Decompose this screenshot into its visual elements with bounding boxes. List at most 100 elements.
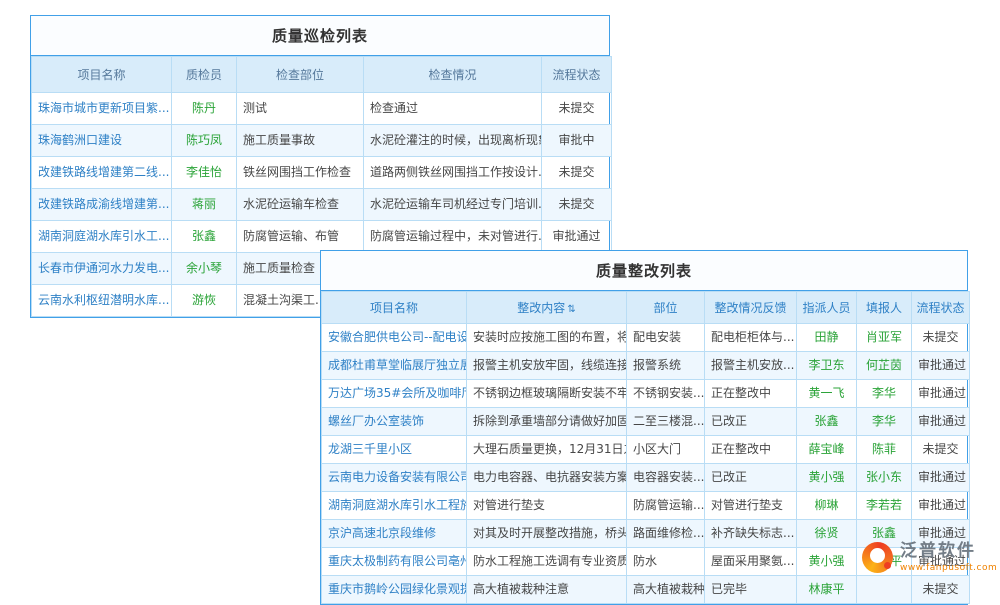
inspection-panel-title: 质量巡检列表 xyxy=(31,16,609,56)
part-cell: 测试 xyxy=(237,93,364,125)
assignee-cell[interactable]: 黄一飞 xyxy=(797,380,857,408)
filler-cell[interactable]: 陈菲 xyxy=(857,436,912,464)
status-cell: 未提交 xyxy=(542,189,612,221)
col-header-part[interactable]: 检查部位 xyxy=(237,57,364,93)
col-header-project[interactable]: 项目名称 xyxy=(32,57,172,93)
col-header-situation[interactable]: 检查情况 xyxy=(364,57,542,93)
content-cell: 安装时应按施工图的布置，将... xyxy=(467,324,627,352)
situation-cell: 道路两侧铁丝网围挡工作按设计... xyxy=(364,157,542,189)
project-cell[interactable]: 龙湖三千里小区 xyxy=(322,436,467,464)
inspector-cell[interactable]: 陈丹 xyxy=(172,93,237,125)
project-cell[interactable]: 螺丝厂办公室装饰 xyxy=(322,408,467,436)
part-cell: 电容器安装... xyxy=(627,464,705,492)
project-cell[interactable]: 云南水利枢纽潜明水库... xyxy=(32,285,172,317)
inspector-cell[interactable]: 张鑫 xyxy=(172,221,237,253)
table-row[interactable]: 万达广场35#会所及咖啡厅空... 不锈钢边框玻璃隔断安装不牢... 不锈钢安装… xyxy=(322,380,970,408)
status-cell: 审批中 xyxy=(542,125,612,157)
inspector-cell[interactable]: 余小琴 xyxy=(172,253,237,285)
col-header-status[interactable]: 流程状态 xyxy=(542,57,612,93)
part-cell: 二至三楼混... xyxy=(627,408,705,436)
project-cell[interactable]: 成都杜甫草堂临展厅独立展... xyxy=(322,352,467,380)
feedback-cell: 屋面采用聚氨... xyxy=(705,548,797,576)
col-header-status[interactable]: 流程状态 xyxy=(912,292,970,324)
col-header-feedback[interactable]: 整改情况反馈 xyxy=(705,292,797,324)
part-cell: 小区大门 xyxy=(627,436,705,464)
col-header-filler[interactable]: 填报人 xyxy=(857,292,912,324)
feedback-cell: 对管进行垫支 xyxy=(705,492,797,520)
project-cell[interactable]: 珠海鹤洲口建设 xyxy=(32,125,172,157)
project-cell[interactable]: 重庆市鹅岭公园绿化景观提升... xyxy=(322,576,467,604)
inspector-cell[interactable]: 蒋丽 xyxy=(172,189,237,221)
content-cell: 电力电容器、电抗器安装方案,... xyxy=(467,464,627,492)
table-row[interactable]: 湖南洞庭湖水库引水工... 张鑫 防腐管运输、布管 防腐管运输过程中，未对管进行… xyxy=(32,221,612,253)
filler-cell[interactable]: 李华 xyxy=(857,380,912,408)
content-cell: 高大植被栽种注意 xyxy=(467,576,627,604)
part-cell: 防水 xyxy=(627,548,705,576)
status-cell: 审批通过 xyxy=(542,221,612,253)
filler-cell[interactable]: 张小东 xyxy=(857,464,912,492)
assignee-cell[interactable]: 林康平 xyxy=(797,576,857,604)
part-cell: 铁丝网围挡工作检查 xyxy=(237,157,364,189)
project-cell[interactable]: 改建铁路成渝线增建第... xyxy=(32,189,172,221)
table-row[interactable]: 珠海鹤洲口建设 陈巧凤 施工质量事故 水泥砼灌注的时候，出现离析现象 审批中 xyxy=(32,125,612,157)
project-cell[interactable]: 珠海市城市更新项目紫... xyxy=(32,93,172,125)
project-cell[interactable]: 万达广场35#会所及咖啡厅空... xyxy=(322,380,467,408)
content-cell: 报警主机安放牢固，线缆连接... xyxy=(467,352,627,380)
project-cell[interactable]: 重庆太极制药有限公司亳州中... xyxy=(322,548,467,576)
content-cell: 大理石质量更换，12月31日之... xyxy=(467,436,627,464)
inspector-cell[interactable]: 游恢 xyxy=(172,285,237,317)
col-header-content[interactable]: 整改内容⇅ xyxy=(467,292,627,324)
assignee-cell[interactable]: 李卫东 xyxy=(797,352,857,380)
table-row[interactable]: 云南电力设备安装有限公司20... 电力电容器、电抗器安装方案,... 电容器安… xyxy=(322,464,970,492)
col-header-assignee[interactable]: 指派人员 xyxy=(797,292,857,324)
project-cell[interactable]: 云南电力设备安装有限公司20... xyxy=(322,464,467,492)
situation-cell: 水泥砼运输车司机经过专门培训... xyxy=(364,189,542,221)
table-row[interactable]: 成都杜甫草堂临展厅独立展... 报警主机安放牢固，线缆连接... 报警系统 报警… xyxy=(322,352,970,380)
table-row[interactable]: 改建铁路线增建第二线... 李佳怡 铁丝网围挡工作检查 道路两侧铁丝网围挡工作按… xyxy=(32,157,612,189)
table-row[interactable]: 湖南洞庭湖水库引水工程施工... 对管进行垫支 防腐管运输... 对管进行垫支 … xyxy=(322,492,970,520)
filler-cell[interactable]: 何芷茵 xyxy=(857,352,912,380)
content-cell: 对管进行垫支 xyxy=(467,492,627,520)
part-cell: 路面维修检... xyxy=(627,520,705,548)
filler-cell[interactable] xyxy=(857,576,912,604)
project-cell[interactable]: 安徽合肥供电公司--配电设备... xyxy=(322,324,467,352)
feedback-cell: 已改正 xyxy=(705,408,797,436)
sort-icon[interactable]: ⇅ xyxy=(567,304,575,315)
content-cell: 拆除到承重墙部分请做好加固... xyxy=(467,408,627,436)
project-cell[interactable]: 长春市伊通河水力发电... xyxy=(32,253,172,285)
table-row[interactable]: 珠海市城市更新项目紫... 陈丹 测试 检查通过 未提交 xyxy=(32,93,612,125)
col-header-project[interactable]: 项目名称 xyxy=(322,292,467,324)
project-cell[interactable]: 京沪高速北京段维修 xyxy=(322,520,467,548)
inspector-cell[interactable]: 陈巧凤 xyxy=(172,125,237,157)
filler-cell[interactable]: 李华 xyxy=(857,408,912,436)
filler-cell[interactable]: 李若若 xyxy=(857,492,912,520)
inspector-cell[interactable]: 李佳怡 xyxy=(172,157,237,189)
project-cell[interactable]: 湖南洞庭湖水库引水工程施工... xyxy=(322,492,467,520)
assignee-cell[interactable]: 黄小强 xyxy=(797,548,857,576)
assignee-cell[interactable]: 柳琳 xyxy=(797,492,857,520)
col-header-part[interactable]: 部位 xyxy=(627,292,705,324)
feedback-cell: 补齐缺失标志... xyxy=(705,520,797,548)
feedback-cell: 报警主机安放... xyxy=(705,352,797,380)
project-cell[interactable]: 湖南洞庭湖水库引水工... xyxy=(32,221,172,253)
status-cell: 未提交 xyxy=(912,576,970,604)
rectification-panel-title: 质量整改列表 xyxy=(321,251,967,291)
table-row[interactable]: 重庆市鹅岭公园绿化景观提升... 高大植被栽种注意 高大植被栽种 已完毕 林康平… xyxy=(322,576,970,604)
content-cell: 对其及时开展整改措施，桥头... xyxy=(467,520,627,548)
table-row[interactable]: 安徽合肥供电公司--配电设备... 安装时应按施工图的布置，将... 配电安装 … xyxy=(322,324,970,352)
part-cell: 水泥砼运输车检查 xyxy=(237,189,364,221)
table-row[interactable]: 龙湖三千里小区 大理石质量更换，12月31日之... 小区大门 正在整改中 薛宝… xyxy=(322,436,970,464)
status-cell: 未提交 xyxy=(912,324,970,352)
filler-cell[interactable]: 肖亚军 xyxy=(857,324,912,352)
fanpu-logo-icon xyxy=(862,542,893,573)
table-row[interactable]: 螺丝厂办公室装饰 拆除到承重墙部分请做好加固... 二至三楼混... 已改正 张… xyxy=(322,408,970,436)
assignee-cell[interactable]: 田静 xyxy=(797,324,857,352)
table-row[interactable]: 改建铁路成渝线增建第... 蒋丽 水泥砼运输车检查 水泥砼运输车司机经过专门培训… xyxy=(32,189,612,221)
assignee-cell[interactable]: 张鑫 xyxy=(797,408,857,436)
assignee-cell[interactable]: 薛宝峰 xyxy=(797,436,857,464)
project-cell[interactable]: 改建铁路线增建第二线... xyxy=(32,157,172,189)
assignee-cell[interactable]: 黄小强 xyxy=(797,464,857,492)
part-cell: 防腐管运输、布管 xyxy=(237,221,364,253)
assignee-cell[interactable]: 徐贤 xyxy=(797,520,857,548)
col-header-inspector[interactable]: 质检员 xyxy=(172,57,237,93)
